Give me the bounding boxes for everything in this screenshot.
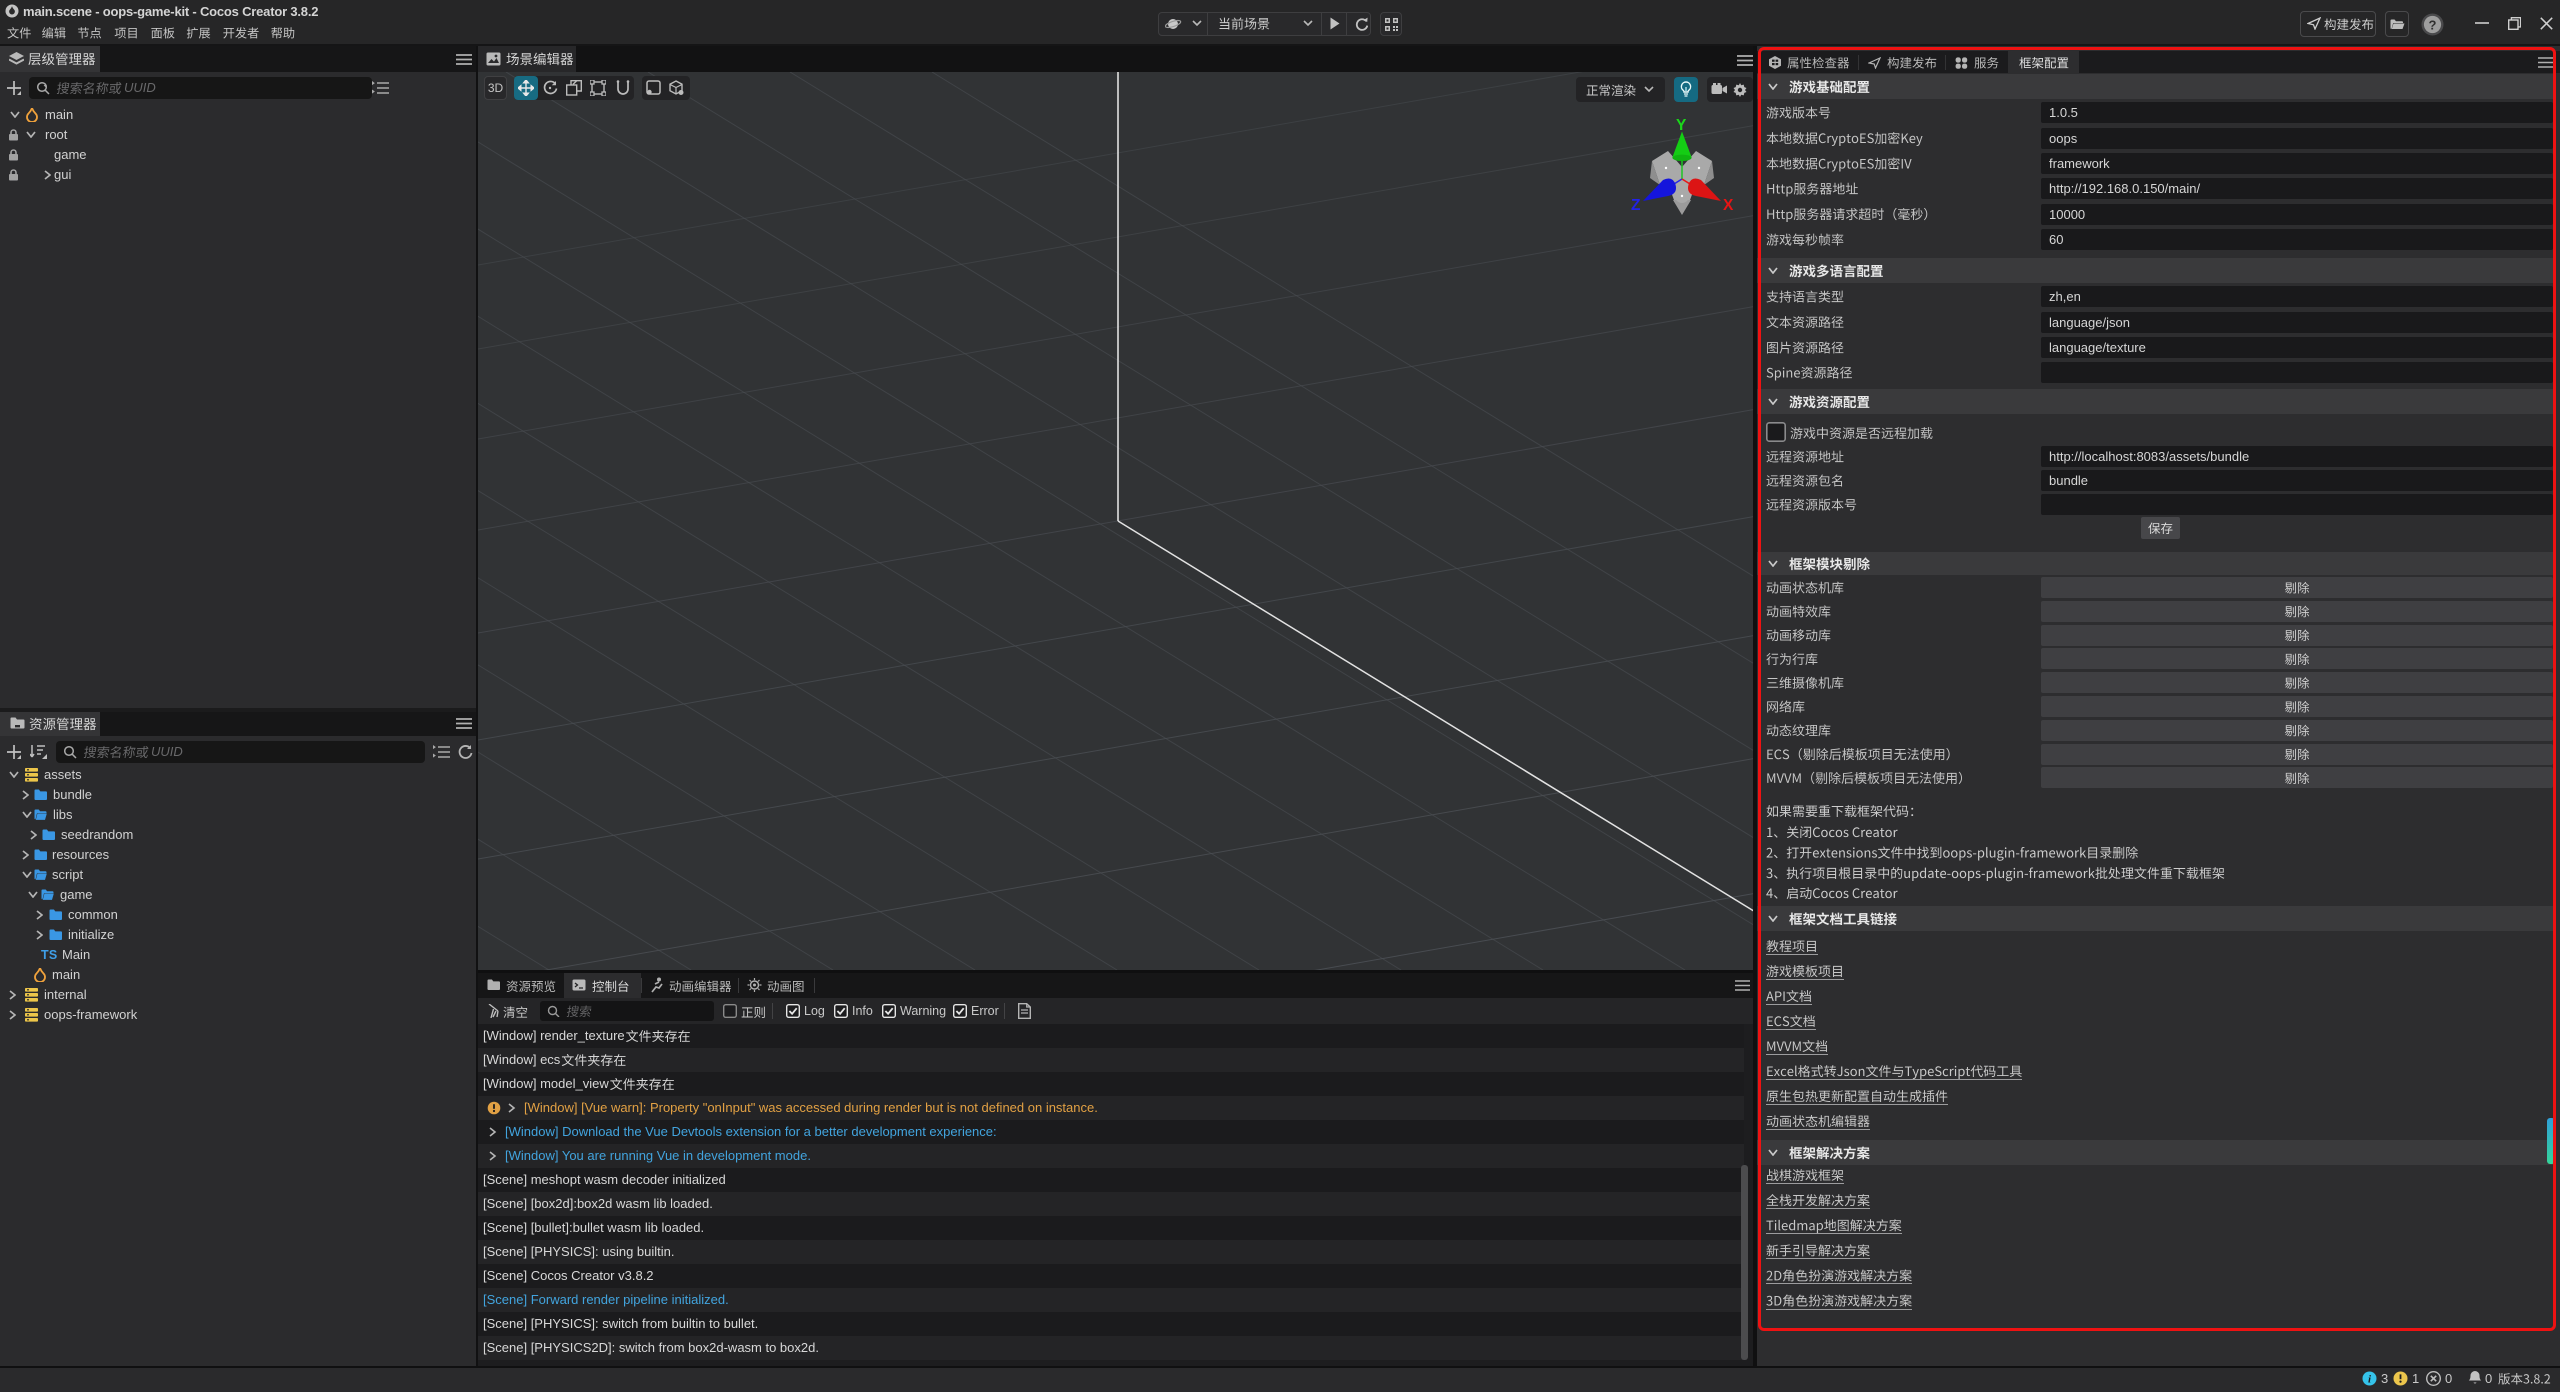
svg-text:?: ? [2429, 18, 2437, 33]
svg-text:Y: Y [1676, 117, 1687, 134]
svg-text:Z: Z [1631, 197, 1641, 214]
svg-text:X: X [1723, 197, 1734, 214]
